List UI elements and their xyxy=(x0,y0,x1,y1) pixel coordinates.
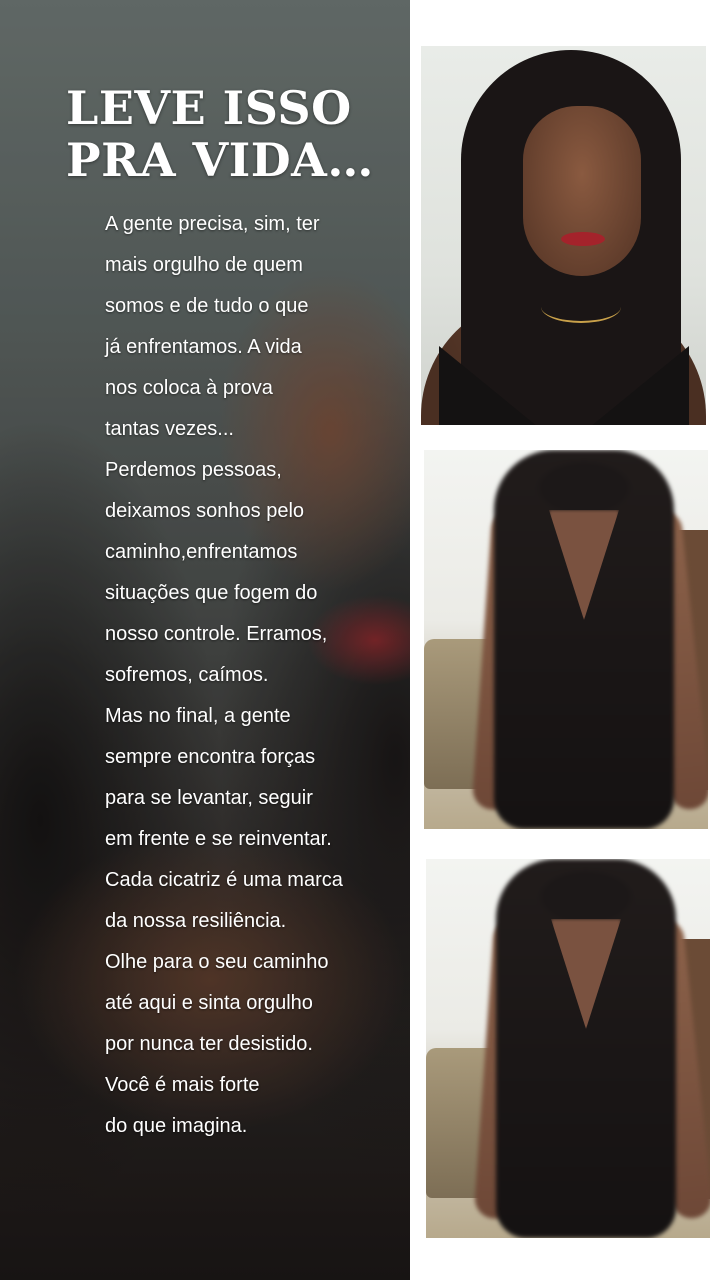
text-line: nos coloca à prova xyxy=(105,377,273,399)
text-line: Olhe para o seu caminho xyxy=(105,951,329,973)
story-canvas: LEVE ISSO PRA VIDA… A gente precisa, sim… xyxy=(0,0,720,1280)
text-line: até aqui e sinta orgulho xyxy=(105,992,313,1014)
text-line: já enfrentamos. A vida xyxy=(105,336,302,358)
text-line: sofremos, caímos. xyxy=(105,664,269,686)
text-line: Você é mais forte xyxy=(105,1074,260,1096)
headline: LEVE ISSO PRA VIDA… xyxy=(66,82,374,186)
text-line: somos e de tudo o que xyxy=(105,295,309,317)
text-line: do que imagina. xyxy=(105,1115,248,1137)
text-line: em frente e se reinventar. xyxy=(105,828,332,850)
motivational-text: A gente precisa, sim, ter mais orgulho d… xyxy=(105,204,343,1147)
headline-line: LEVE ISSO xyxy=(66,81,352,135)
text-line: A gente precisa, sim, ter xyxy=(105,213,320,235)
text-line: situações que fogem do xyxy=(105,582,318,604)
text-line: deixamos sonhos pelo xyxy=(105,500,305,522)
text-line: caminho,enfrentamos xyxy=(105,541,298,563)
text-line: Perdemos pessoas, xyxy=(105,459,282,481)
text-line: tantas vezes... xyxy=(105,418,234,440)
text-line: Cada cicatriz é uma marca xyxy=(105,869,343,891)
text-line: sempre encontra forças xyxy=(105,746,316,768)
text-line: Mas no final, a gente xyxy=(105,705,291,727)
dress-photo-1 xyxy=(424,450,708,829)
headline-line: PRA VIDA… xyxy=(66,133,374,187)
text-line: da nossa resiliência. xyxy=(105,910,287,932)
text-line: por nunca ter desistido. xyxy=(105,1033,313,1055)
text-line: mais orgulho de quem xyxy=(105,254,303,276)
text-line: nosso controle. Erramos, xyxy=(105,623,328,645)
dress-photo-2 xyxy=(426,859,710,1238)
portrait-photo xyxy=(421,46,706,425)
text-line: para se levantar, seguir xyxy=(105,787,313,809)
